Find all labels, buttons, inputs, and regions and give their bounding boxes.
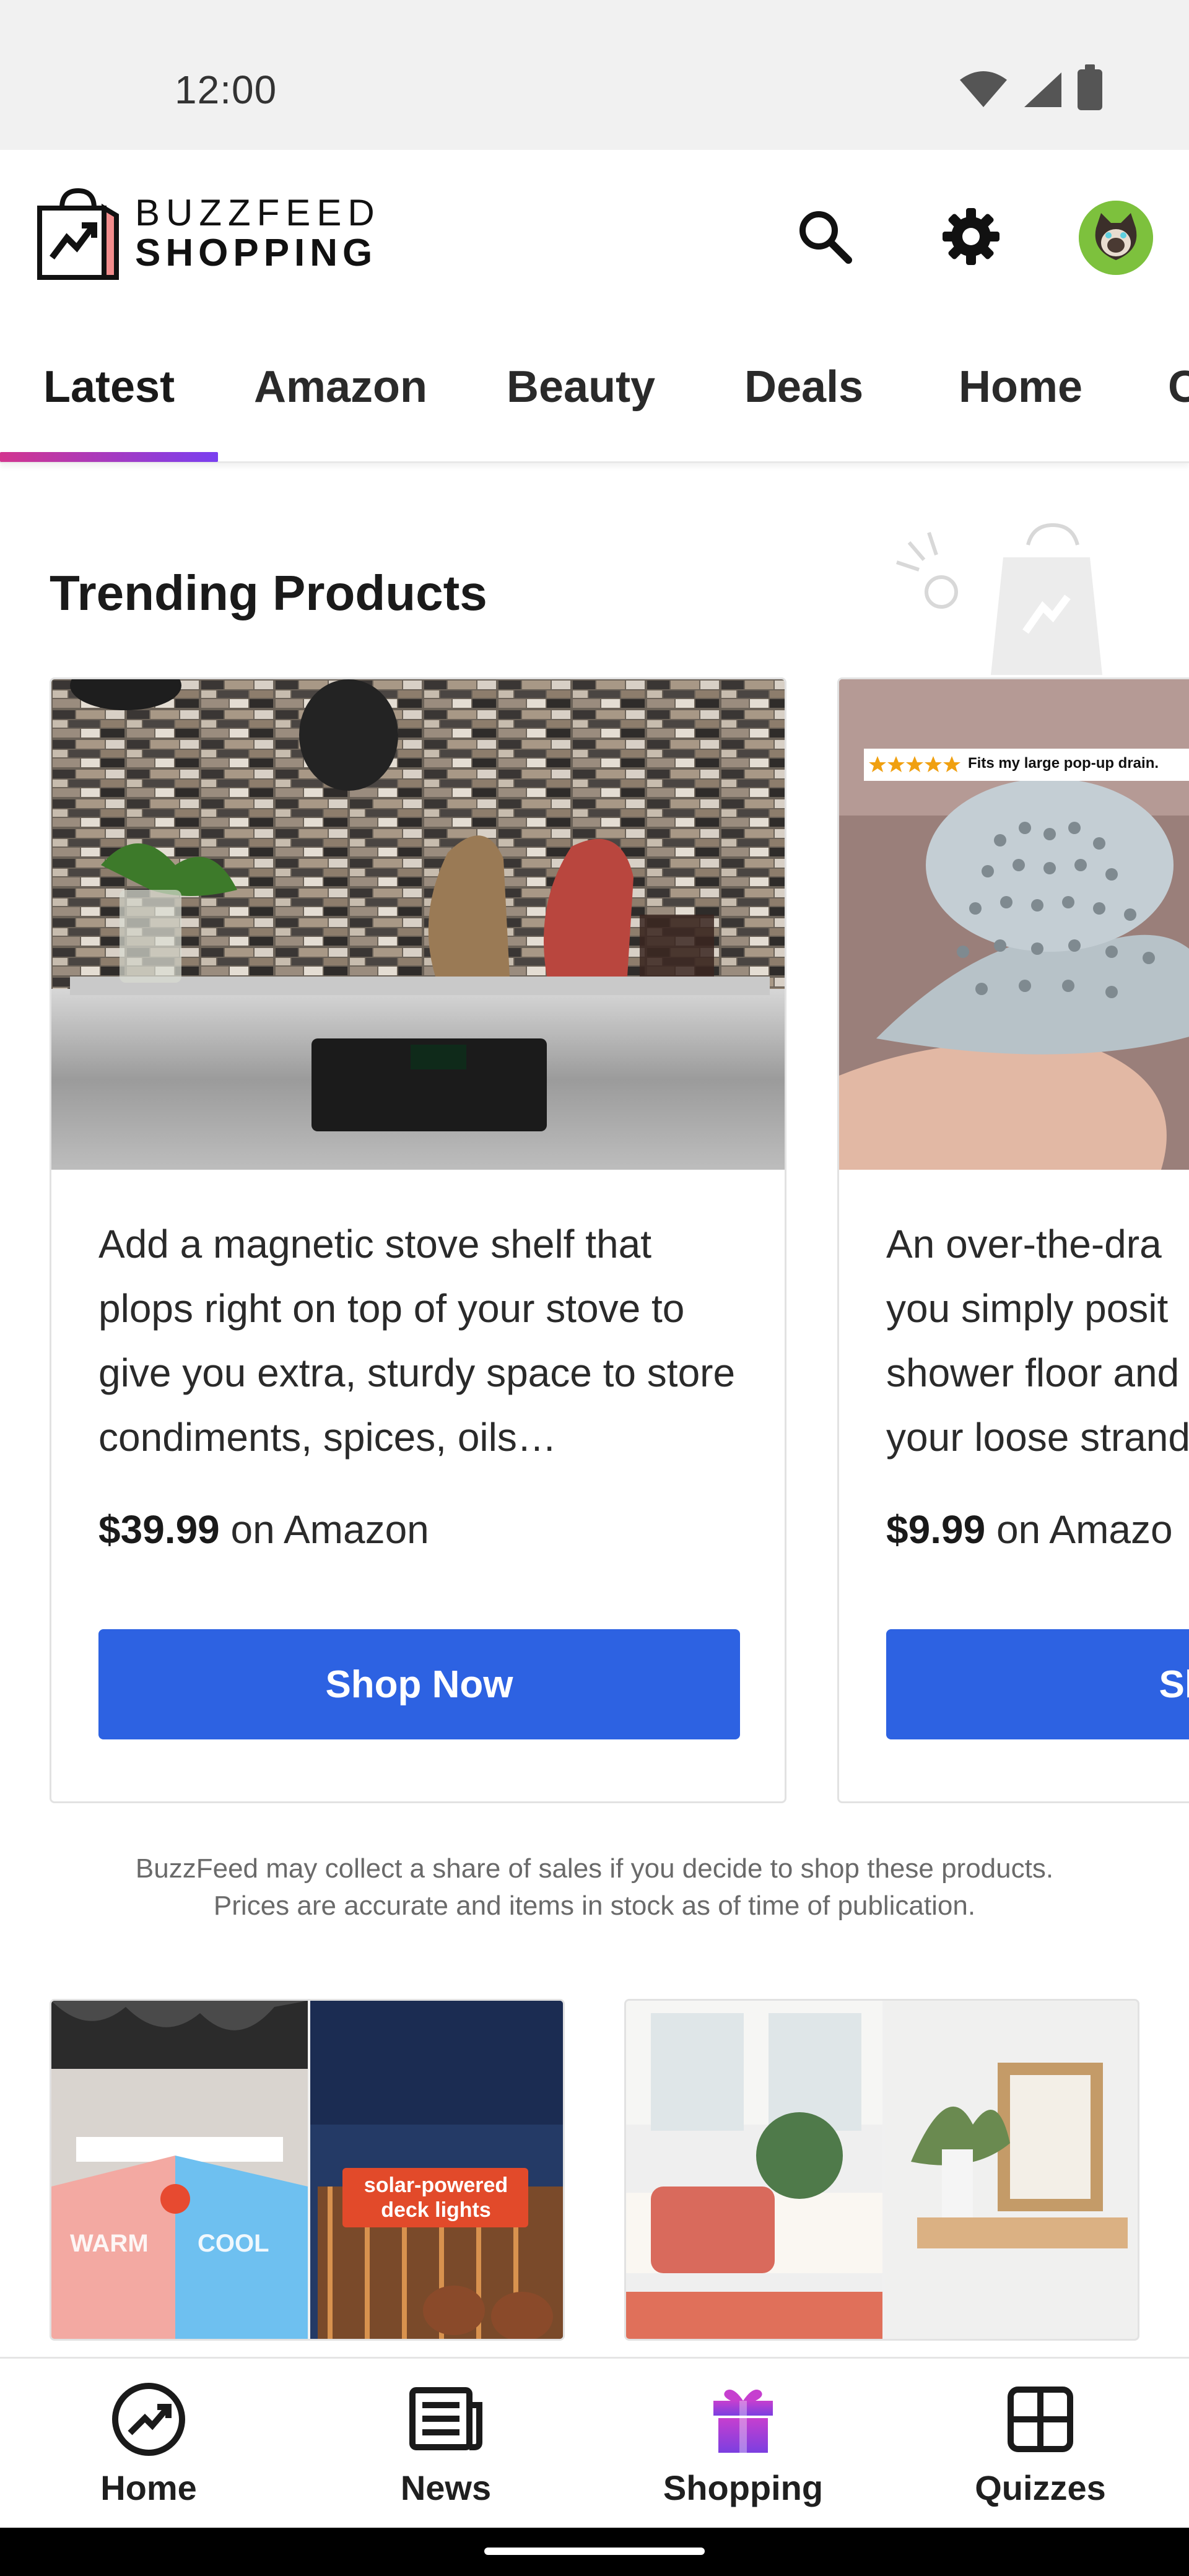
tab-latest[interactable]: Latest [43, 362, 175, 412]
blanket-deck-lights-photo [51, 2001, 563, 2339]
home-gesture-handle[interactable] [484, 2548, 705, 2555]
wifi-icon [960, 71, 1007, 107]
active-tab-indicator [0, 452, 218, 462]
nav-quizzes[interactable]: Quizzes [947, 2381, 1133, 2508]
battery-icon [1078, 64, 1102, 110]
disclaimer-line: BuzzFeed may collect a share of sales if… [135, 1853, 1054, 1884]
thumbs-up-bag-mascot-icon [896, 523, 1102, 675]
product-image[interactable]: Fits my large pop-up drain. [839, 679, 1189, 1170]
bottom-navigation: Home News Shopping Quizzes [0, 2357, 1189, 2528]
product-price-line: $9.99 on Amazo [886, 1507, 1173, 1552]
nav-home[interactable]: Home [56, 2381, 242, 2508]
review-badge-text: Fits my large pop-up drain. [968, 755, 1159, 772]
product-store: on Amazon [230, 1507, 429, 1552]
warm-label: WARM [70, 2230, 149, 2257]
article-thumbnail[interactable] [624, 1999, 1139, 2341]
product-price-line: $39.99 on Amazon [98, 1507, 429, 1552]
nav-news[interactable]: News [353, 2381, 539, 2508]
category-tabs: Latest Amazon Beauty Deals Home C [0, 318, 1189, 463]
shop-now-button[interactable]: Shop [886, 1629, 1189, 1739]
gift-icon [713, 2390, 773, 2453]
tab-home[interactable]: Home [959, 362, 1082, 412]
product-image[interactable] [51, 679, 785, 1170]
description-line: shower floor and [886, 1351, 1180, 1395]
trend-circle-icon [112, 2383, 185, 2456]
product-card[interactable]: Fits my large pop-up drain. An over-the-… [837, 677, 1189, 1803]
tab-amazon[interactable]: Amazon [254, 362, 427, 412]
product-price: $39.99 [98, 1507, 220, 1552]
status-icons [959, 64, 1102, 110]
home-decor-photo [626, 2001, 1138, 2339]
disclaimer-line: Prices are accurate and items in stock a… [213, 1891, 976, 1921]
newspaper-icon [409, 2387, 482, 2450]
user-avatar[interactable] [1079, 201, 1153, 275]
section-title: Trending Products [50, 565, 487, 620]
description-line: An over-the-dra [886, 1222, 1162, 1266]
nav-label: News [400, 2468, 492, 2507]
tab-deals[interactable]: Deals [744, 362, 863, 412]
cool-label: COOL [198, 2230, 269, 2257]
gear-icon [943, 208, 1000, 265]
status-time: 12:00 [175, 67, 277, 112]
logo-text-shopping: SHOPPING [135, 232, 378, 274]
stove-shelf-photo [51, 679, 785, 1170]
shopping-bag-logo-icon [37, 188, 119, 280]
logo-text-buzzfeed: BUZZFEED [135, 192, 381, 233]
quiz-grid-icon [1008, 2387, 1073, 2452]
affiliate-disclaimer: BuzzFeed may collect a share of sales if… [0, 1850, 1189, 1925]
deck-lights-badge: solar-powered deck lights [364, 2174, 508, 2222]
description-line: you simply posit [886, 1286, 1169, 1331]
product-card[interactable]: Add a magnetic stove shelf that plops ri… [50, 677, 786, 1803]
signal-icon [1024, 72, 1061, 107]
settings-button[interactable] [940, 206, 1002, 268]
nav-label: Home [100, 2468, 197, 2507]
article-thumbnail[interactable]: WARM COOL solar-powered deck lights [50, 1999, 565, 2341]
app-header: BUZZFEED SHOPPING [0, 150, 1189, 318]
search-button[interactable] [794, 206, 856, 268]
system-gesture-bar [0, 2528, 1189, 2576]
tab-partial[interactable]: C [1168, 362, 1189, 412]
app-screen: 12:00 BUZZFEED SHOPPING Latest Amazon Be… [0, 0, 1189, 2576]
nav-shopping[interactable]: Shopping [650, 2381, 836, 2508]
description-line: your loose strand [886, 1415, 1189, 1460]
product-description: Add a magnetic stove shelf that plops ri… [98, 1222, 736, 1460]
product-description: An over-the-dra you simply posit shower … [886, 1212, 1189, 1469]
product-store: on Amazo [996, 1507, 1173, 1552]
nav-label: Shopping [663, 2468, 824, 2507]
product-price: $9.99 [886, 1507, 986, 1552]
status-bar: 12:00 [0, 0, 1189, 150]
shop-now-button[interactable]: Shop Now [98, 1629, 740, 1739]
search-icon [799, 211, 852, 264]
cat-avatar-icon [1079, 201, 1153, 275]
buzzfeed-shopping-logo[interactable]: BUZZFEED SHOPPING [35, 186, 381, 281]
drain-catcher-photo [839, 679, 1189, 1170]
tab-beauty[interactable]: Beauty [507, 362, 655, 412]
nav-label: Quizzes [975, 2468, 1106, 2507]
